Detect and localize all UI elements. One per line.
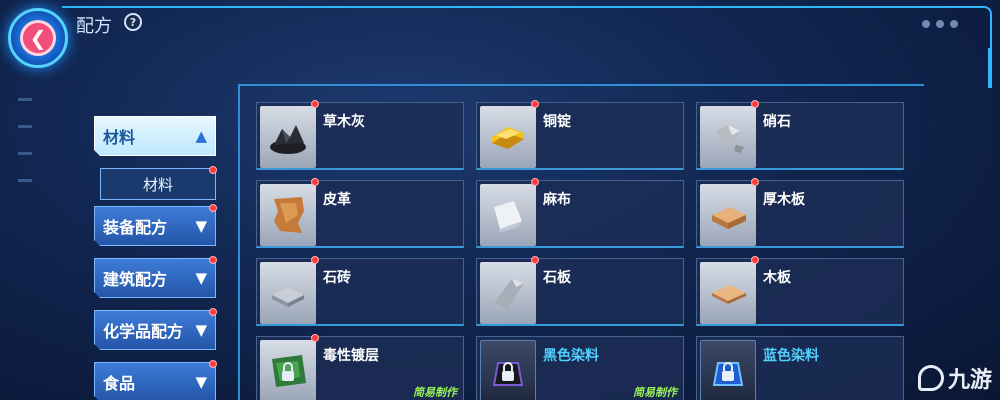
copper-ingot-icon <box>480 106 536 168</box>
recipe-item[interactable]: 草木灰 <box>256 100 464 170</box>
recipe-item[interactable]: 厚木板 <box>696 178 904 248</box>
item-name: 草木灰 <box>323 114 365 130</box>
page-title: 配方 <box>76 16 112 37</box>
ash-icon <box>260 106 316 168</box>
dot-icon <box>922 20 930 28</box>
item-name: 石砖 <box>323 270 351 286</box>
recipe-item[interactable]: 皮革 <box>256 178 464 248</box>
recipe-item[interactable]: 铜锭 <box>476 100 684 170</box>
recipe-item[interactable]: 毒性镀层 简易制作 <box>256 334 464 400</box>
item-name: 蓝色染料 <box>763 348 819 364</box>
item-name: 毒性镀层 <box>323 348 379 364</box>
category-label: 化学品配方 <box>103 322 184 341</box>
item-name: 黑色染料 <box>543 348 599 364</box>
notification-dot <box>311 334 319 342</box>
triangle-up-icon: ▲ <box>195 126 207 145</box>
category-equipment-recipes[interactable]: 装备配方 ▼ <box>94 206 216 246</box>
item-name: 皮革 <box>323 192 351 208</box>
recipe-item[interactable]: 麻布 <box>476 178 684 248</box>
dot-icon <box>950 20 958 28</box>
wood-plank-icon <box>700 262 756 324</box>
decorative-lines <box>18 98 32 206</box>
stone-brick-icon <box>260 262 316 324</box>
item-name: 硝石 <box>763 114 791 130</box>
notification-dot <box>531 256 539 264</box>
category-label: 装备配方 <box>103 218 168 237</box>
window-dots <box>922 20 958 28</box>
black-dye-icon <box>480 340 536 400</box>
back-button[interactable]: ❮ <box>8 8 68 68</box>
category-building-recipes[interactable]: 建筑配方 ▼ <box>94 258 216 298</box>
item-name: 铜锭 <box>543 114 571 130</box>
notification-dot <box>209 166 217 174</box>
triangle-down-icon: ▼ <box>195 216 207 235</box>
notification-dot <box>209 204 217 212</box>
notification-dot <box>209 256 217 264</box>
category-chemical-recipes[interactable]: 化学品配方 ▼ <box>94 310 216 350</box>
notification-dot <box>311 256 319 264</box>
back-arrow-icon: ❮ <box>20 20 56 56</box>
watermark: 九游 <box>917 362 992 394</box>
notification-dot <box>311 178 319 186</box>
saltpeter-icon <box>700 106 756 168</box>
category-label: 食品 <box>103 374 136 393</box>
category-label: 建筑配方 <box>103 270 168 289</box>
notification-dot <box>209 360 217 368</box>
category-materials[interactable]: 材料 ▲ <box>94 116 216 156</box>
dot-icon <box>936 20 944 28</box>
toxic-coating-icon <box>260 340 316 400</box>
blue-dye-icon <box>700 340 756 400</box>
thick-plank-icon <box>700 184 756 246</box>
category-food[interactable]: 食品 ▼ <box>94 362 216 400</box>
easy-craft-tag: 简易制作 <box>633 386 677 399</box>
easy-craft-tag: 简易制作 <box>413 386 457 399</box>
recipe-item[interactable]: 石板 <box>476 256 684 326</box>
triangle-down-icon: ▼ <box>195 268 207 287</box>
recipe-item[interactable]: 木板 <box>696 256 904 326</box>
watermark-text: 九游 <box>947 368 992 393</box>
item-name: 木板 <box>763 270 791 286</box>
triangle-down-icon: ▼ <box>195 372 207 391</box>
leather-icon <box>260 184 316 246</box>
recipe-item[interactable]: 硝石 <box>696 100 904 170</box>
notification-dot <box>209 308 217 316</box>
header-frame <box>62 6 992 88</box>
item-name: 麻布 <box>543 192 571 208</box>
notification-dot <box>531 100 539 108</box>
notification-dot <box>751 178 759 186</box>
subcategory-materials[interactable]: 材料 <box>100 168 216 200</box>
category-label: 材料 <box>103 128 136 147</box>
notification-dot <box>311 100 319 108</box>
recipe-item[interactable]: 石砖 <box>256 256 464 326</box>
stone-slab-icon <box>480 262 536 324</box>
notification-dot <box>751 256 759 264</box>
notification-dot <box>531 178 539 186</box>
notification-dot <box>751 100 759 108</box>
linen-icon <box>480 184 536 246</box>
triangle-down-icon: ▼ <box>195 320 207 339</box>
recipe-item[interactable]: 蓝色染料 <box>696 336 904 400</box>
recipe-grid: 草木灰 铜锭 硝石 皮革 麻布 厚木板 石砖 石板 木板 毒性镀层 简易制作 黑… <box>238 84 924 400</box>
item-name: 厚木板 <box>763 192 805 208</box>
nine-game-logo-icon <box>917 365 944 391</box>
help-icon[interactable]: ? <box>124 13 142 31</box>
recipe-item[interactable]: 黑色染料 简易制作 <box>476 336 684 400</box>
item-name: 石板 <box>543 270 571 286</box>
